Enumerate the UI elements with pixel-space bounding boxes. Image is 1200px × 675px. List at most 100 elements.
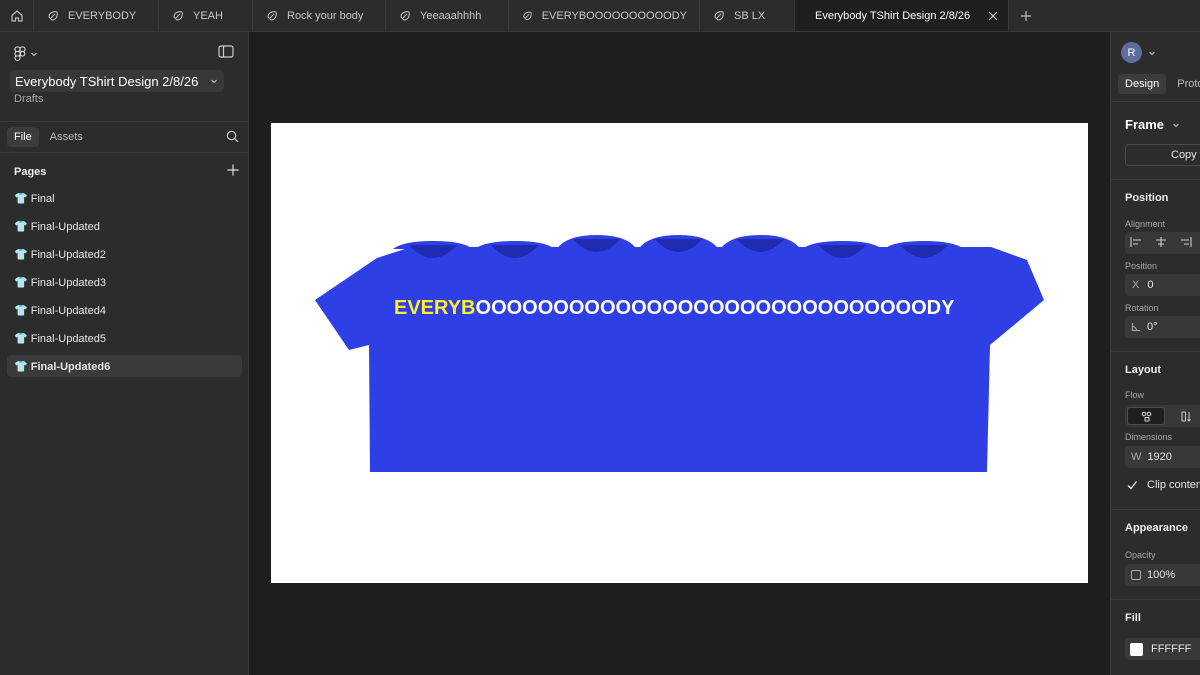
rotation-value: 0° [1147,321,1158,333]
chevron-down-icon [211,79,218,84]
rotation-icon [1131,323,1140,332]
chevron-down-icon [1173,123,1179,127]
align-left-button[interactable] [1130,236,1144,251]
frame-type-dropdown[interactable]: Frame [1125,117,1180,132]
width-input[interactable]: W 1920 [1125,446,1200,468]
freeform-flow-button[interactable] [1127,407,1165,425]
tab-file[interactable]: File [7,127,39,147]
avatar: R [1121,42,1142,63]
page-item[interactable]: 👕 Final-Updated3 [7,271,242,293]
file-location[interactable]: Drafts [14,93,43,105]
opacity-icon [1131,570,1141,580]
design-frame[interactable]: EVERYBOOOOOOOOOOOOOOOOOOOOOOOOOOOOODY [271,123,1088,583]
tab-label: Yeeaaahhhh [420,9,482,22]
page-item-active[interactable]: 👕 Final-Updated6 [7,355,242,377]
page-item[interactable]: 👕 Final-Updated4 [7,299,242,321]
appearance-heading: Appearance [1125,522,1188,534]
close-icon [988,11,998,20]
fill-swatch[interactable] [1130,642,1143,656]
shirt-print-rest: OOOOOOOOOOOOOOOOOOOOOOOOOOOOODY [476,297,956,319]
tab-label: EVERYBOOOOOOOOOODY [541,9,687,22]
divider [1111,101,1200,102]
page-item[interactable]: 👕 Final-Updated [7,215,242,237]
tab-label: SB LX [734,9,766,22]
align-right-button[interactable] [1178,236,1192,251]
browser-tab-bar: EVERYBODY YEAH Rock your body Yeeaaahhhh… [0,0,1200,32]
user-menu[interactable]: R [1121,42,1156,63]
divider [1111,509,1200,510]
position-label: Position [1125,261,1158,271]
dimensions-label: Dimensions [1125,432,1173,442]
layout-heading: Layout [1125,364,1162,376]
new-tab-button[interactable] [1009,0,1043,31]
plus-icon [1021,10,1031,21]
chevron-down-icon [1149,51,1155,55]
align-right-icon [1181,236,1192,247]
checkmark-icon [1127,481,1138,490]
align-center-button[interactable] [1154,236,1168,251]
tab-everybody[interactable]: EVERYBODY [34,0,159,31]
tab-yeah[interactable]: YEAH [159,0,253,31]
tab-active-file[interactable]: Everybody TShirt Design 2/8/26 [795,0,1009,31]
tshirt-body [315,247,1044,472]
w-label: W [1131,451,1142,463]
fill-input[interactable]: FFFFFF [1125,638,1200,660]
flow-label: Flow [1125,390,1145,400]
rotation-input[interactable]: 0° [1125,316,1200,338]
left-sidebar: Everybody TShirt Design 2/8/26 Drafts Fi… [0,32,249,675]
pages-list: 👕 Final 👕 Final-Updated 👕 Final-Updated2… [7,187,242,383]
opacity-input[interactable]: 100% [1125,564,1200,586]
page-item[interactable]: 👕 Final [7,187,242,209]
tab-assets[interactable]: Assets [43,127,90,147]
tshirt-artwork[interactable]: EVERYBOOOOOOOOOOOOOOOOOOOOOOOOOOOOODY [271,123,1088,583]
page-item[interactable]: 👕 Final-Updated5 [7,327,242,349]
right-properties-panel: R Design Proto Frame Copy t Position Ali… [1110,32,1200,675]
home-icon [10,9,23,22]
flow-controls [1125,405,1200,427]
w-value: 1920 [1147,451,1172,463]
pages-header: Pages [14,164,239,179]
divider [1111,179,1200,180]
divider [1111,599,1200,600]
file-name-dropdown[interactable]: Everybody TShirt Design 2/8/26 [10,70,225,92]
main-menu-button[interactable] [14,46,38,62]
sidebar-toggle-icon [218,45,234,58]
opacity-value: 100% [1147,569,1176,581]
file-name: Everybody TShirt Design 2/8/26 [15,73,199,89]
copy-button[interactable]: Copy t [1125,144,1200,166]
page-item[interactable]: 👕 Final-Updated2 [7,243,242,265]
frame-label: Frame [1125,117,1165,132]
chevron-down-icon [31,52,37,57]
tab-prototype[interactable]: Proto [1170,74,1200,94]
figma-file-icon [48,10,58,21]
vertical-flow-button[interactable] [1167,407,1200,425]
figma-file-icon [523,11,532,20]
tab-everyboooody[interactable]: EVERYBOOOOOOOOOODY [509,0,700,31]
tab-design[interactable]: Design [1118,74,1167,94]
figma-file-icon [400,10,410,21]
tshirt-shape [315,235,1044,472]
fill-heading: Fill [1125,612,1141,624]
home-button[interactable] [0,0,34,31]
fill-value: FFFFFF [1151,643,1192,655]
canvas[interactable]: EVERYBOOOOOOOOOOOOOOOOOOOOOOOOOOOOODY [250,32,1110,675]
freeform-flow-icon [1141,411,1151,421]
alignment-label: Alignment [1125,219,1166,229]
tab-yeeaaahhhh[interactable]: Yeeaaahhhh [386,0,509,31]
close-tab-button[interactable] [988,11,998,21]
figma-file-icon [173,10,183,21]
tab-sb-lx[interactable]: SB LX [700,0,795,31]
position-heading: Position [1125,192,1169,204]
add-page-button[interactable] [227,164,239,179]
align-left-icon [1130,236,1141,247]
search-button[interactable] [226,130,239,148]
clip-content-checkbox[interactable]: Clip content [1125,478,1200,492]
toggle-sidebar-button[interactable] [218,45,234,63]
x-value: 0 [1147,279,1154,291]
tab-rock-your-body[interactable]: Rock your body [253,0,386,31]
rotation-label: Rotation [1125,303,1159,313]
x-position-input[interactable]: X 0 [1125,274,1200,296]
pages-heading: Pages [14,165,47,178]
divider [1111,351,1200,352]
align-center-icon [1156,236,1166,247]
